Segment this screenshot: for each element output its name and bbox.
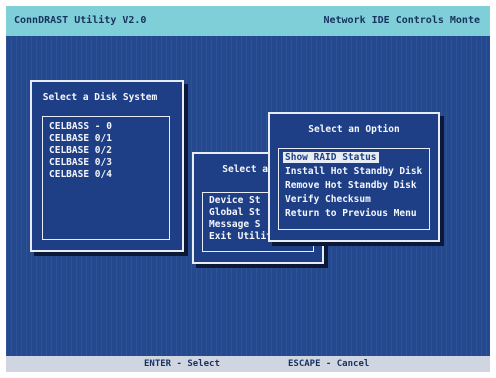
- disk-item-0[interactable]: CELBASS - 0: [49, 121, 112, 132]
- status-bar: ENTER - Select ESCAPE - Cancel: [6, 356, 490, 372]
- option-title: Select an Option: [308, 124, 400, 135]
- disk-system-list: CELBASS - 0 CELBASE 0/1 CELBASE 0/2 CELB…: [42, 116, 170, 240]
- menu-message[interactable]: Message S: [209, 219, 260, 230]
- disk-item-4[interactable]: CELBASE 0/4: [49, 169, 112, 180]
- option-show-raid-status[interactable]: Show RAID Status: [283, 152, 379, 163]
- menu-global-status[interactable]: Global St: [209, 207, 260, 218]
- title-bar: ConnDRAST Utility V2.0 Network IDE Contr…: [6, 6, 490, 36]
- terminal-screen: ConnDRAST Utility V2.0 Network IDE Contr…: [6, 6, 490, 372]
- disk-system-title: Select a Disk System: [42, 92, 158, 103]
- option-return-previous-menu[interactable]: Return to Previous Menu: [285, 208, 417, 219]
- disk-item-1[interactable]: CELBASE 0/1: [49, 133, 112, 144]
- option-remove-hot-standby[interactable]: Remove Hot Standby Disk: [285, 180, 417, 191]
- disk-item-3[interactable]: CELBASE 0/3: [49, 157, 112, 168]
- disk-item-2[interactable]: CELBASE 0/2: [49, 145, 112, 156]
- enter-hint: ENTER - Select: [144, 359, 220, 369]
- menu-device-status[interactable]: Device St: [209, 195, 260, 206]
- option-list: Show RAID Status Install Hot Standby Dis…: [278, 148, 430, 230]
- escape-hint: ESCAPE - Cancel: [288, 359, 370, 369]
- option-window: Select an Option Show RAID Status Instal…: [268, 112, 440, 242]
- option-verify-checksum[interactable]: Verify Checksum: [285, 194, 371, 205]
- option-install-hot-standby[interactable]: Install Hot Standby Disk: [285, 166, 422, 177]
- disk-system-window: Select a Disk System CELBASS - 0 CELBASE…: [30, 80, 184, 252]
- utility-title: ConnDRAST Utility V2.0: [14, 15, 147, 26]
- controller-title: Network IDE Controls Monte: [323, 15, 480, 26]
